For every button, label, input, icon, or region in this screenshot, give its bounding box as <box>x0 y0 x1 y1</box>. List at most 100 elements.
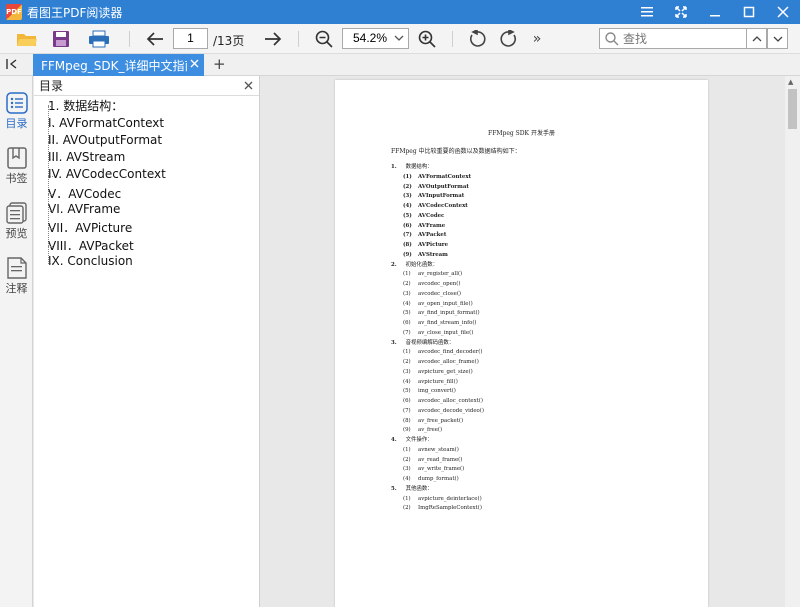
item-text: av_register_all() <box>418 271 463 278</box>
item-text: AVCodec <box>418 212 445 219</box>
item-number: (2) <box>403 183 412 190</box>
open-folder-icon[interactable] <box>14 27 40 51</box>
search-input[interactable] <box>623 31 738 46</box>
item-number: (1) <box>403 271 411 278</box>
close-tab-icon[interactable] <box>190 57 199 71</box>
save-icon[interactable] <box>50 27 72 51</box>
maximize-icon[interactable] <box>732 0 766 24</box>
document-section-heading: 2. 初始化函数： <box>391 262 438 269</box>
scroll-thumb[interactable] <box>788 89 797 129</box>
document-title: FFMpeg SDK 开发手册 <box>488 130 555 137</box>
item-text: avpicture_deinterlace() <box>418 495 482 502</box>
item-number: (2) <box>403 281 411 287</box>
item-text: avcodec_open() <box>418 281 461 287</box>
section-number: 1. <box>391 164 397 170</box>
fullscreen-icon[interactable] <box>664 0 698 24</box>
rail-item-bookmarks[interactable]: 书签 <box>0 147 33 197</box>
item-text: AVFormatContext <box>418 173 472 180</box>
item-text: ImgReSampleContext() <box>418 505 482 512</box>
toc-item[interactable]: I. AVFormatContext <box>48 116 164 130</box>
rail-label: 预览 <box>5 227 28 240</box>
vertical-scrollbar[interactable]: ▲ <box>785 76 800 607</box>
rail-item-toc[interactable]: 目录 <box>0 92 33 142</box>
toolbar: 1 /13页 54.2% » <box>0 24 800 54</box>
toc-title: 目录 <box>39 79 64 93</box>
toc-header: 目录 <box>34 76 259 96</box>
print-icon[interactable] <box>87 27 111 51</box>
zoom-select[interactable]: 54.2% <box>342 28 409 49</box>
more-tools-icon[interactable]: » <box>528 27 546 51</box>
prev-page-icon[interactable] <box>144 27 166 51</box>
toc-panel: 目录 1. 数据结构： I. AVFormatContext II. AVOut… <box>34 76 260 607</box>
rotate-left-icon[interactable] <box>466 27 488 51</box>
page-number-input[interactable]: 1 <box>173 28 208 49</box>
item-number: (4) <box>403 203 412 209</box>
menu-icon[interactable] <box>630 0 664 24</box>
item-text: AVPacket <box>418 232 447 239</box>
zoom-out-icon[interactable] <box>313 27 335 51</box>
item-text: avnew_steam() <box>418 446 459 453</box>
item-number: (2) <box>403 505 411 512</box>
close-window-icon[interactable] <box>766 0 800 24</box>
toc-item[interactable]: VI. AVFrame <box>48 202 120 216</box>
item-number: (9) <box>403 251 412 258</box>
toc-item[interactable]: V．AVCodec <box>48 185 121 202</box>
section-title: 音视频编解码函数： <box>405 339 455 346</box>
section-title: 初始化函数： <box>405 261 438 268</box>
item-number: (7) <box>403 329 411 336</box>
item-number: (9) <box>403 427 411 434</box>
zoom-in-icon[interactable] <box>416 27 438 51</box>
side-rail: 目录 书签 预览 注释 <box>0 76 33 607</box>
document-viewer[interactable]: FFMpeg SDK 开发手册 FFMpeg 中比较重要的函数以及数据结构如下：… <box>261 76 800 607</box>
section-number: 4. <box>391 437 397 443</box>
toc-item[interactable]: IV. AVCodecContext <box>48 167 166 181</box>
section-number: 2. <box>391 261 397 268</box>
item-text: avcodec_alloc_context() <box>418 398 484 404</box>
scroll-up-icon[interactable]: ▲ <box>788 78 793 86</box>
item-text: av_free_packet() <box>418 417 464 424</box>
next-page-icon[interactable] <box>262 27 284 51</box>
annotation-icon <box>6 257 27 279</box>
item-number: (7) <box>403 407 411 414</box>
item-text: AVCodecContext <box>418 203 468 209</box>
title-bar: PDF 看图王PDF阅读器 <box>0 0 800 24</box>
close-icon[interactable] <box>244 76 253 96</box>
minimize-icon[interactable] <box>698 0 732 24</box>
item-number: (6) <box>403 222 412 229</box>
item-number: (3) <box>403 368 411 375</box>
bookmark-icon <box>6 147 27 169</box>
rail-label: 注释 <box>5 282 28 295</box>
rotate-right-icon[interactable] <box>498 27 520 51</box>
tab-document-label: FFMpeg_SDK_详细中文指南（ <box>41 58 187 73</box>
document-section-heading: 4. 文件操作： <box>391 437 433 444</box>
toc-item[interactable]: II. AVOutputFormat <box>48 133 162 147</box>
toc-item[interactable]: III. AVStream <box>48 150 125 164</box>
item-text: AVPicture <box>418 242 449 248</box>
rail-item-annotations[interactable]: 注释 <box>0 257 33 307</box>
item-number: (8) <box>403 417 411 424</box>
search-field[interactable] <box>599 28 747 49</box>
search-prev-button[interactable] <box>746 28 767 49</box>
item-text: av_close_input_file() <box>418 329 474 336</box>
rail-label: 书签 <box>5 172 28 185</box>
item-number: (4) <box>403 476 411 482</box>
toc-item[interactable]: 1. 数据结构： <box>48 97 123 114</box>
item-text: avcodec_find_decoder() <box>418 349 483 356</box>
toc-item[interactable]: VIII．AVPacket <box>48 237 134 254</box>
item-text: av_free() <box>418 427 443 434</box>
item-text: av_find_stream_info() <box>418 320 477 326</box>
collapse-sidebar-icon[interactable] <box>6 57 20 74</box>
add-tab-icon[interactable]: + <box>213 55 226 73</box>
rail-item-preview[interactable]: 预览 <box>0 202 33 252</box>
item-number: (6) <box>403 320 411 326</box>
document-page: FFMpeg SDK 开发手册 FFMpeg 中比较重要的函数以及数据结构如下：… <box>335 80 708 607</box>
item-number: (5) <box>403 388 411 395</box>
toc-item[interactable]: IX. Conclusion <box>48 254 133 268</box>
search-next-button[interactable] <box>767 28 788 49</box>
item-number: (8) <box>403 242 412 248</box>
item-number: (3) <box>403 193 412 200</box>
tab-document[interactable]: FFMpeg_SDK_详细中文指南（ <box>33 54 204 76</box>
toc-item[interactable]: VII．AVPicture <box>48 219 132 236</box>
item-text: avpicture_fill() <box>418 378 458 385</box>
item-text: avcodec_close() <box>418 290 462 297</box>
